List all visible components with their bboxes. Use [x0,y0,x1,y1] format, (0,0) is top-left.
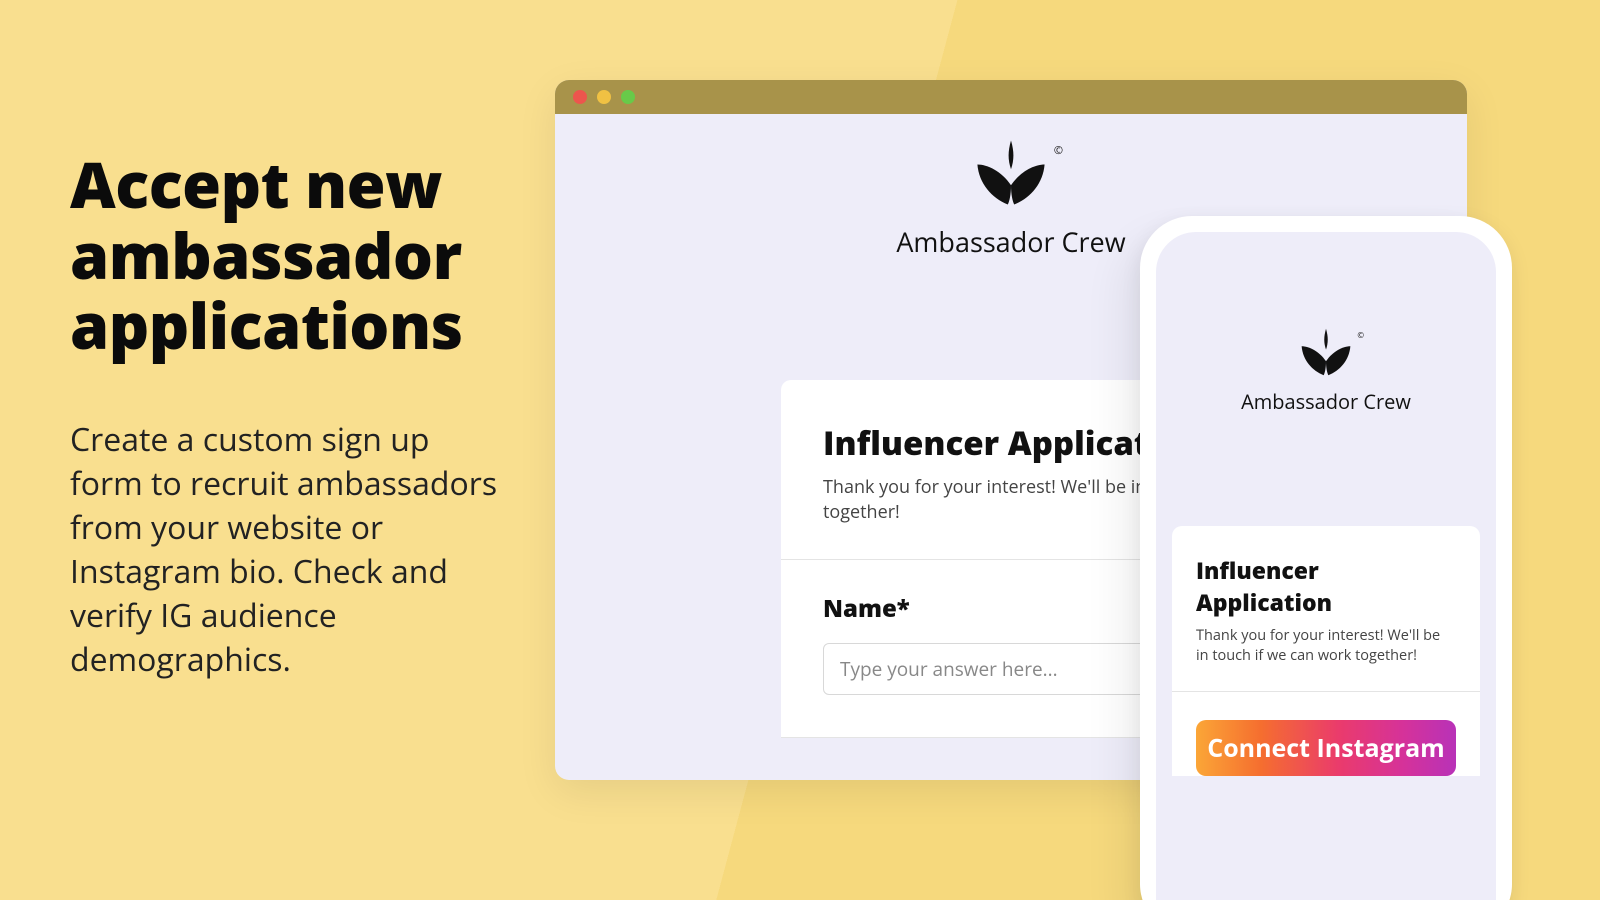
window-close-icon[interactable] [573,90,587,104]
connect-instagram-button[interactable]: Connect Instagram [1196,720,1456,776]
brand-block-mobile: © Ambassador Crew [1156,328,1496,415]
body-copy: Create a custom sign up form to recruit … [70,418,500,683]
window-titlebar [555,80,1467,114]
copyright-icon: © [1054,143,1063,158]
application-form-card-mobile: Influencer Application Thank you for you… [1172,526,1480,776]
brand-logo-icon: © [971,140,1051,205]
brand-logo-icon: © [1297,328,1355,376]
form-title-mobile: Influencer Application [1196,554,1456,618]
brand-name-mobile: Ambassador Crew [1241,388,1411,415]
window-minimize-icon[interactable] [597,90,611,104]
marketing-slide: Accept new ambassador applications Creat… [0,0,1600,900]
headline: Accept new ambassador applications [70,150,500,362]
divider [1172,691,1480,692]
window-maximize-icon[interactable] [621,90,635,104]
copyright-icon: © [1357,330,1364,341]
brand-name: Ambassador Crew [896,223,1125,260]
form-subtitle-mobile: Thank you for your interest! We'll be in… [1196,626,1456,665]
phone-mockup: © Ambassador Crew Influencer Application… [1140,216,1512,900]
marketing-copy: Accept new ambassador applications Creat… [70,150,500,683]
phone-screen: © Ambassador Crew Influencer Application… [1156,232,1496,900]
